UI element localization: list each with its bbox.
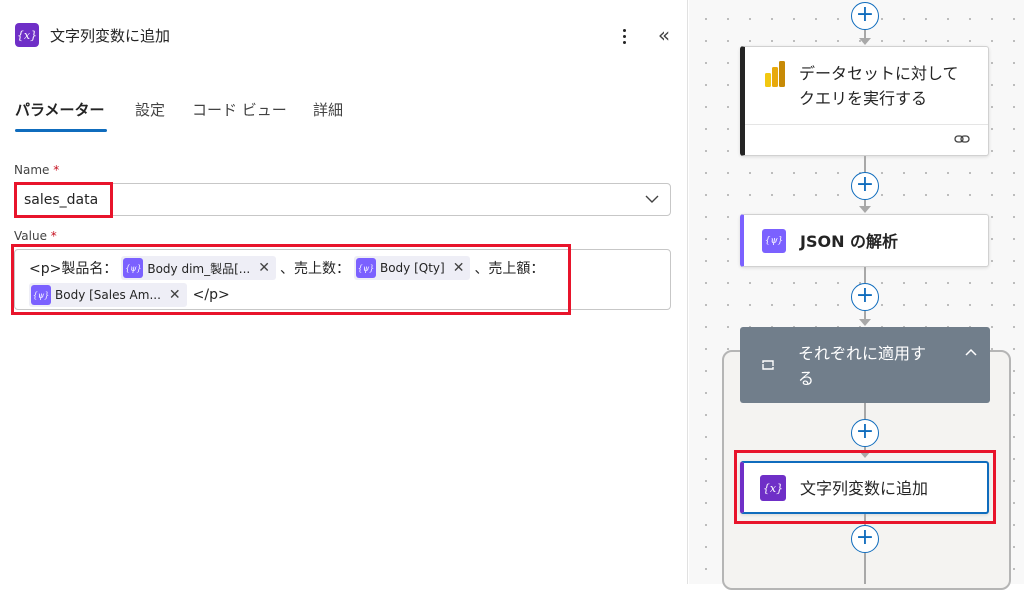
value-line-1: <p>製品名： {ψ} Body dim_製品[... ✕ 、売上数： {ψ} … bbox=[29, 256, 544, 280]
chevron-down-icon bbox=[645, 195, 659, 203]
card-title: それぞれに適用す る bbox=[798, 344, 927, 388]
name-value: sales_data bbox=[24, 192, 99, 208]
card-title: JSON の解析 bbox=[800, 232, 899, 251]
card-divider bbox=[745, 124, 988, 125]
value-text: 、売上額： bbox=[474, 261, 545, 277]
close-icon[interactable]: ✕ bbox=[453, 260, 465, 276]
tab-settings[interactable]: 設定 bbox=[135, 99, 165, 120]
dynamic-content-token[interactable]: {ψ} Body [Sales Am... ✕ bbox=[29, 283, 187, 307]
token-icon: {ψ} bbox=[355, 258, 376, 278]
action-details-panel: {x} 文字列変数に追加 « パラメーター 設定 コード ビュー 詳細 Name… bbox=[0, 0, 688, 584]
append-string-variable-card[interactable]: {x} 文字列変数に追加 bbox=[740, 461, 989, 514]
tab-details[interactable]: 詳細 bbox=[313, 99, 343, 120]
token-label: Body dim_製品[... bbox=[147, 261, 251, 276]
dynamic-content-token[interactable]: {ψ} Body dim_製品[... ✕ bbox=[121, 256, 276, 280]
link-icon[interactable] bbox=[954, 132, 970, 146]
dynamic-content-token[interactable]: {ψ} Body [Qty] ✕ bbox=[353, 256, 471, 280]
card-title: データセットに対して クエリを実行する bbox=[799, 64, 959, 108]
chevron-up-icon[interactable] bbox=[964, 347, 978, 357]
card-title: 文字列変数に追加 bbox=[800, 479, 929, 498]
connector-line bbox=[864, 403, 866, 419]
variable-icon: {x} bbox=[760, 475, 786, 501]
connector-line bbox=[864, 553, 866, 584]
add-step-button[interactable]: + bbox=[851, 172, 879, 200]
value-line-2: {ψ} Body [Sales Am... ✕ </p> bbox=[29, 283, 230, 307]
add-step-button[interactable]: + bbox=[851, 419, 879, 447]
dataset-query-card[interactable]: データセットに対して クエリを実行する bbox=[740, 46, 989, 156]
close-icon[interactable]: ✕ bbox=[169, 287, 181, 303]
close-icon[interactable]: ✕ bbox=[258, 260, 270, 276]
tab-parameters[interactable]: パラメーター bbox=[15, 99, 105, 120]
add-step-button[interactable]: + bbox=[851, 283, 879, 311]
loop-icon bbox=[762, 360, 774, 370]
value-text: 、売上数： bbox=[279, 261, 350, 277]
arrow-icon bbox=[859, 451, 871, 458]
connector-line bbox=[864, 267, 866, 283]
apply-to-each-header[interactable]: それぞれに適用す る bbox=[740, 327, 990, 403]
token-label: Body [Qty] bbox=[379, 261, 445, 275]
value-label: Value * bbox=[14, 229, 57, 243]
tab-code-view[interactable]: コード ビュー bbox=[192, 99, 287, 120]
value-text: </p> bbox=[192, 287, 230, 303]
collapse-panel-button[interactable]: « bbox=[652, 22, 676, 48]
more-options-button[interactable] bbox=[614, 24, 634, 48]
name-label: Name * bbox=[14, 163, 60, 177]
flow-designer-canvas[interactable]: + データセットに対して クエリを実行する + {ψ} JSON の解析 + そ… bbox=[689, 0, 1024, 590]
arrow-icon bbox=[859, 319, 871, 326]
token-icon: {ψ} bbox=[123, 258, 144, 278]
name-dropdown[interactable]: sales_data bbox=[14, 183, 671, 216]
value-text: <p>製品名： bbox=[29, 261, 118, 277]
value-input[interactable]: <p>製品名： {ψ} Body dim_製品[... ✕ 、売上数： {ψ} … bbox=[14, 249, 671, 310]
parse-json-icon: {ψ} bbox=[762, 229, 786, 253]
arrow-icon bbox=[859, 38, 871, 45]
connector-line bbox=[864, 156, 866, 172]
panel-title: 文字列変数に追加 bbox=[50, 27, 171, 45]
power-bi-icon bbox=[765, 61, 785, 87]
arrow-icon bbox=[859, 206, 871, 213]
token-label: Body [Sales Am... bbox=[55, 288, 161, 302]
add-step-button[interactable]: + bbox=[851, 2, 879, 30]
add-step-button[interactable]: + bbox=[851, 525, 879, 553]
token-icon: {ψ} bbox=[31, 285, 51, 305]
variable-icon: {x} bbox=[15, 23, 39, 47]
active-tab-indicator bbox=[15, 129, 107, 132]
parse-json-card[interactable]: {ψ} JSON の解析 bbox=[740, 214, 989, 267]
